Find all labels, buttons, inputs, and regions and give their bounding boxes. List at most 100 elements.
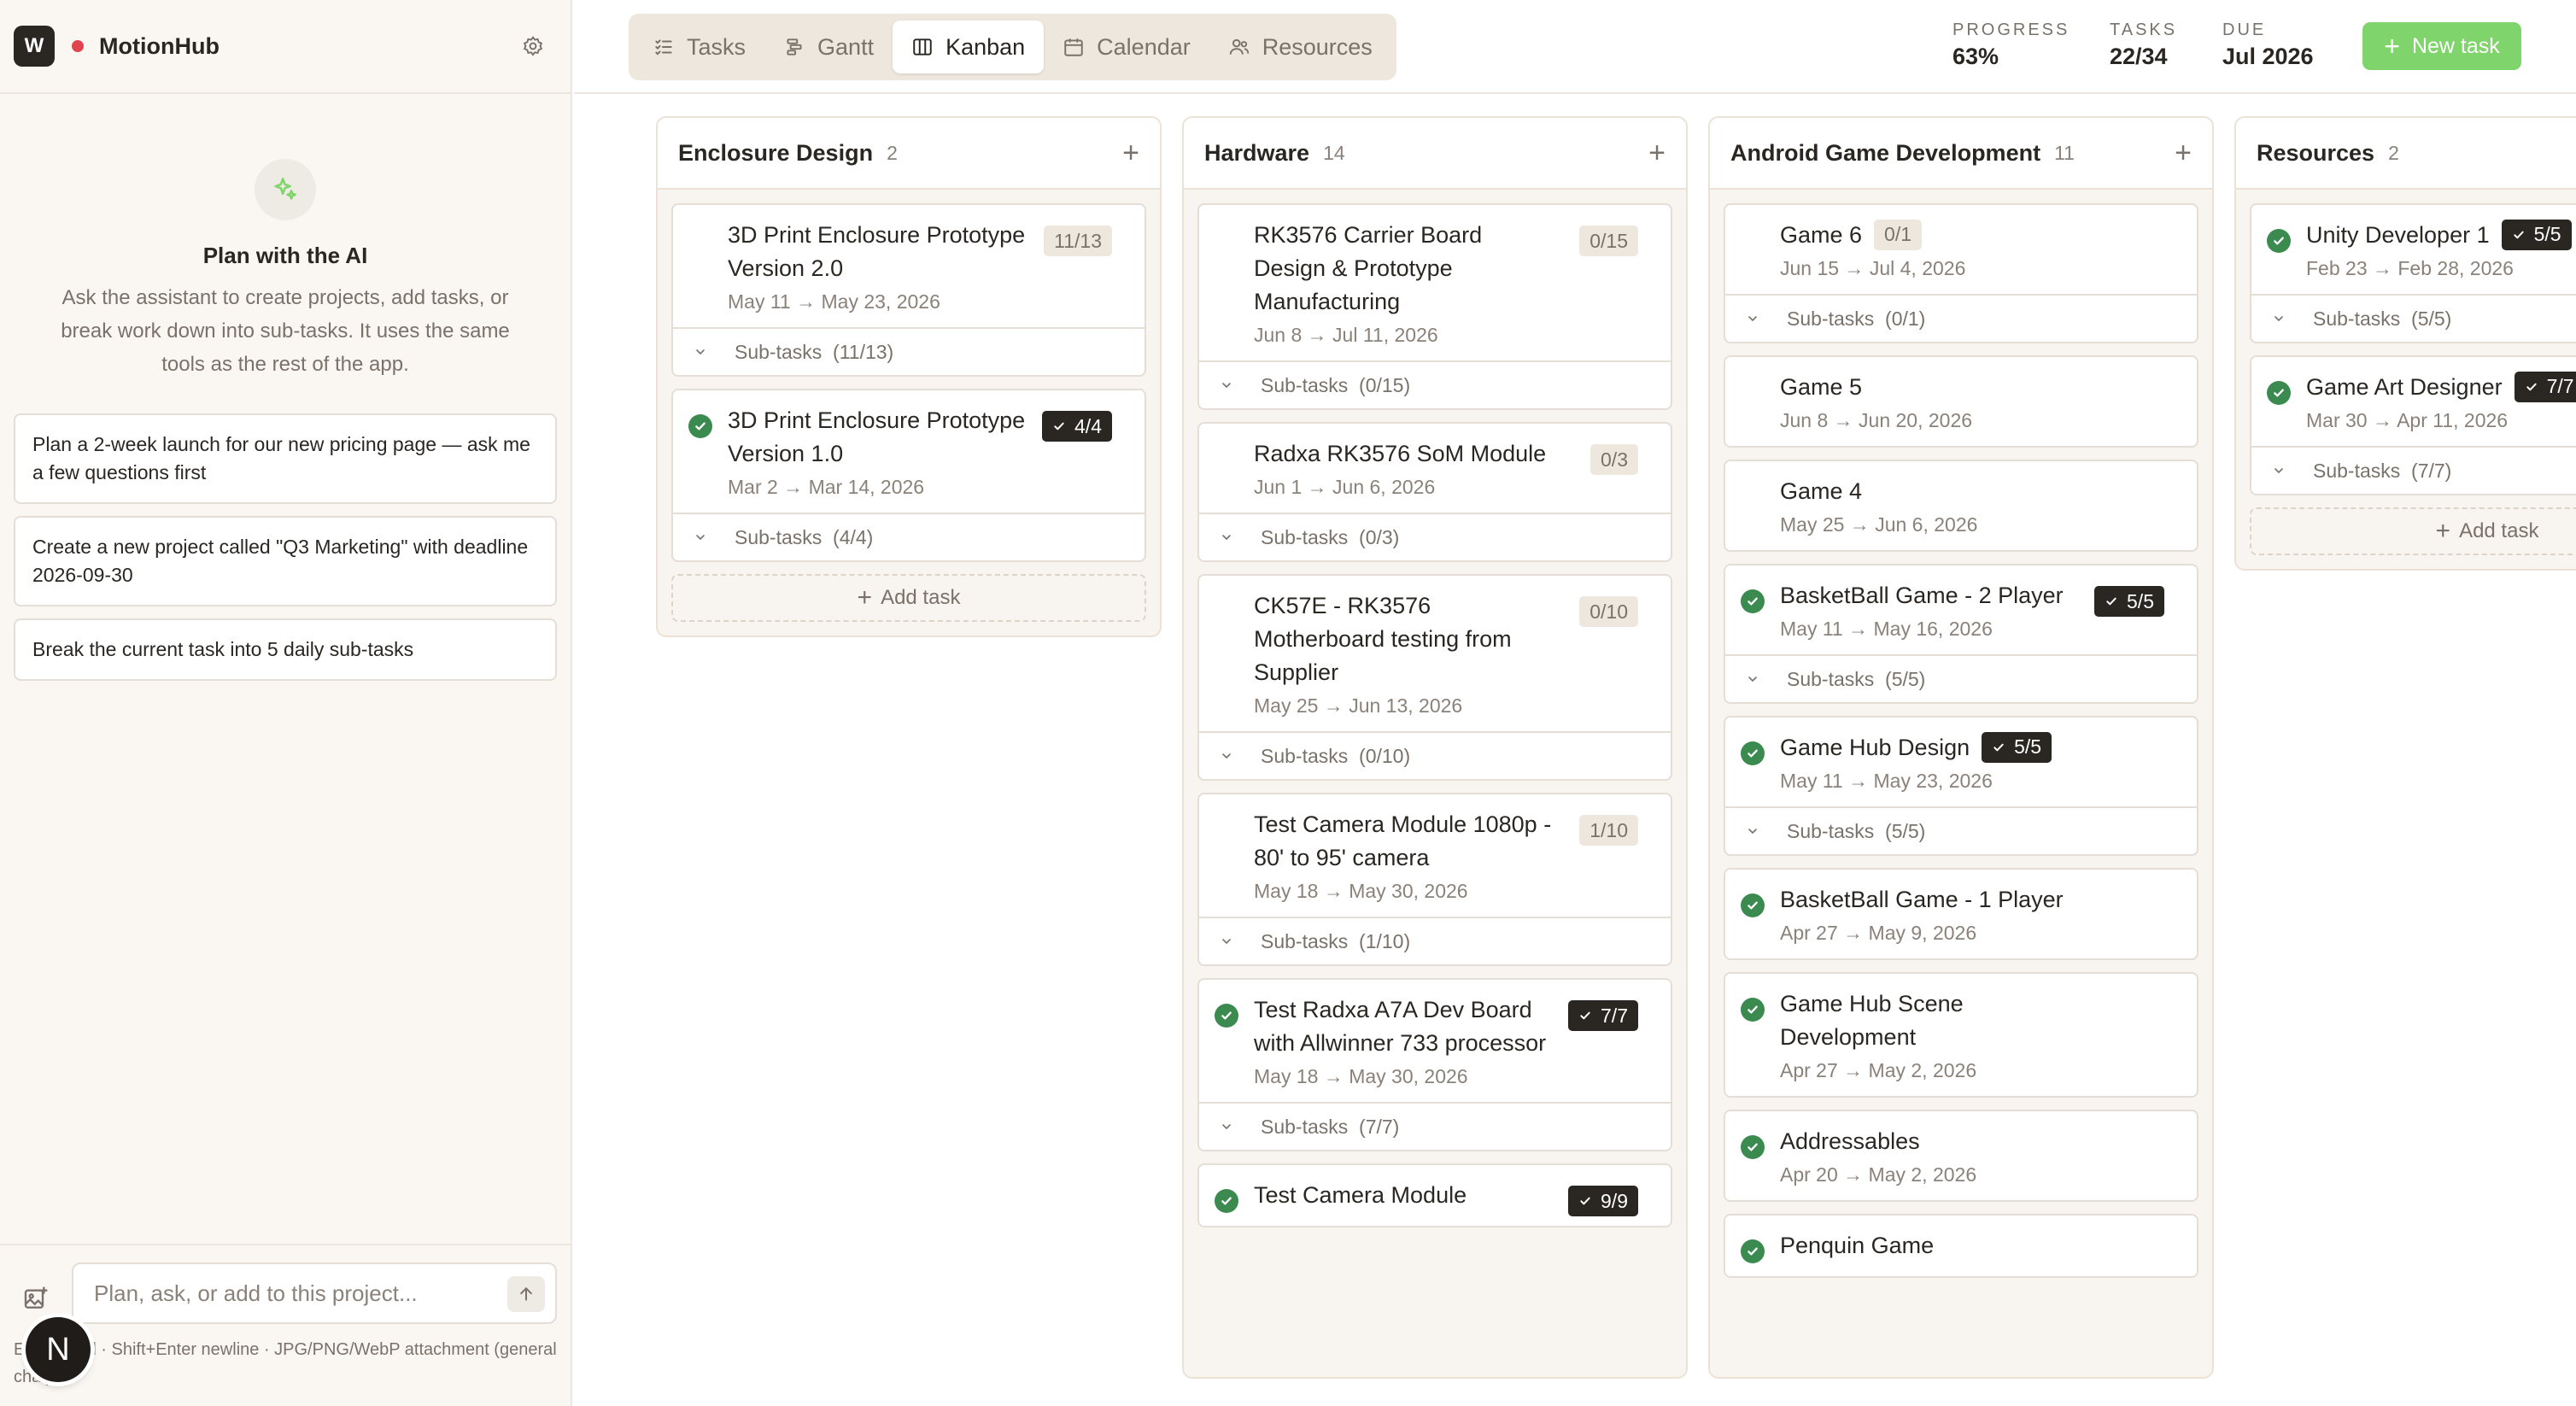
image-attach-icon[interactable]	[22, 1285, 50, 1316]
avatar[interactable]: N	[26, 1317, 91, 1382]
task-card[interactable]: Game 5 Jun 8 → Jun 20, 2026	[1724, 355, 2198, 448]
subtasks-toggle[interactable]: Sub-tasks (4/4)	[673, 513, 1145, 560]
send-button[interactable]	[507, 1276, 545, 1312]
task-card[interactable]: Game Hub Scene Development Apr 27 → May 2…	[1724, 972, 2198, 1098]
check-circle-icon[interactable]	[1741, 1135, 1765, 1159]
gear-icon[interactable]	[519, 32, 547, 60]
check-circle-icon[interactable]	[1741, 1239, 1765, 1263]
column-header: Hardware 14 +	[1184, 118, 1686, 190]
workspace-badge[interactable]: W	[14, 26, 55, 67]
add-column-task-icon[interactable]: +	[1122, 137, 1139, 170]
badge-text: 4/4	[1074, 414, 1102, 437]
task-card-main: Test Radxa A7A Dev Board with Allwinner …	[1199, 980, 1671, 1102]
kanban-column: Android Game Development 11 + Game 6 0/1 Jun …	[1708, 116, 2214, 1379]
task-title-text: Unity Developer 1	[2306, 222, 2490, 248]
task-card[interactable]: Game Hub Design 5/5 May 11 → May 23, 2026 S…	[1724, 716, 2198, 856]
tab-gantt[interactable]: Gantt	[764, 21, 893, 73]
task-card-main: Addressables Apr 20 → May 2, 2026	[1725, 1111, 2197, 1200]
check-circle-icon[interactable]	[1741, 998, 1765, 1022]
calendar-icon	[1064, 38, 1083, 56]
subtasks-toggle[interactable]: Sub-tasks (5/5)	[2251, 294, 2576, 342]
check-circle-icon[interactable]	[1215, 1004, 1238, 1028]
subtask-progress-badge: 7/7	[1568, 1000, 1638, 1031]
suggestion-item[interactable]: Break the current task into 5 daily sub-…	[14, 618, 557, 681]
column-title: Hardware	[1204, 139, 1310, 166]
subtasks-toggle[interactable]: Sub-tasks (0/10)	[1199, 731, 1671, 779]
check-circle-icon[interactable]	[688, 414, 712, 438]
chevron-down-icon	[1746, 672, 1773, 686]
tab-label: Calendar	[1097, 33, 1191, 60]
subtasks-toggle[interactable]: Sub-tasks (7/7)	[1199, 1102, 1671, 1150]
subtasks-toggle[interactable]: Sub-tasks (7/7)	[2251, 446, 2576, 494]
task-date-range: Mar 2 → Mar 14, 2026	[728, 476, 925, 498]
task-card[interactable]: Penquin Game	[1724, 1214, 2198, 1278]
task-date-range: Apr 27 → May 9, 2026	[1780, 922, 1977, 944]
column-count: 2	[2388, 141, 2399, 164]
task-card-main: RK3576 Carrier Board Design & Prototype …	[1199, 205, 1671, 360]
task-card[interactable]: BasketBall Game - 2 Player 5/5 May 11 → Ma…	[1724, 564, 2198, 704]
check-circle-icon[interactable]	[2267, 229, 2291, 253]
check-circle-icon[interactable]	[1741, 893, 1765, 917]
task-card[interactable]: Game 6 0/1 Jun 15 → Jul 4, 2026 Sub-tasks (…	[1724, 203, 2198, 343]
task-card[interactable]: Game Art Designer 7/7 Mar 30 → Apr 11, 202…	[2250, 355, 2576, 495]
task-card[interactable]: BasketBall Game - 1 Player Apr 27 → May 9…	[1724, 868, 2198, 960]
task-card[interactable]: Game 4 May 25 → Jun 6, 2026	[1724, 460, 2198, 552]
task-title-text: Game Hub Design	[1780, 735, 1970, 760]
add-task-button[interactable]: + Add task	[671, 574, 1146, 622]
tab-calendar[interactable]: Calendar	[1044, 21, 1209, 73]
ai-title: Plan with the AI	[202, 243, 368, 268]
view-tabs: Tasks Gantt Kanban Calendar Resources	[629, 14, 1396, 80]
add-column-task-icon[interactable]: +	[2175, 137, 2192, 170]
tab-resources[interactable]: Resources	[1209, 21, 1391, 73]
task-date-range: Apr 27 → May 2, 2026	[1780, 1059, 1977, 1081]
check-circle-icon[interactable]	[2267, 381, 2291, 405]
task-card[interactable]: RK3576 Carrier Board Design & Prototype …	[1197, 203, 1672, 410]
column-body: 3D Print Enclosure Prototype Version 2.0…	[658, 190, 1160, 622]
column-body: RK3576 Carrier Board Design & Prototype …	[1184, 190, 1686, 1227]
task-card[interactable]: Addressables Apr 20 → May 2, 2026	[1724, 1110, 2198, 1202]
tab-label: Kanban	[946, 33, 1026, 60]
status-dot	[72, 40, 84, 52]
chat-input[interactable]	[73, 1264, 466, 1322]
subtasks-toggle[interactable]: Sub-tasks (0/1)	[1725, 294, 2197, 342]
task-card[interactable]: Test Radxa A7A Dev Board with Allwinner …	[1197, 978, 1672, 1151]
chat-composer: Enter send · Shift+Enter newline · JPG/P…	[0, 1244, 571, 1406]
badge-text: 7/7	[2546, 375, 2574, 398]
subtasks-toggle[interactable]: Sub-tasks (1/10)	[1199, 917, 1671, 964]
column-title: Enclosure Design	[678, 139, 874, 166]
new-task-button[interactable]: + New task	[2362, 22, 2521, 70]
suggestion-item[interactable]: Create a new project called "Q3 Marketin…	[14, 516, 557, 606]
task-card[interactable]: Test Camera Module 1080p - 80' to 95' ca…	[1197, 793, 1672, 966]
subtasks-label: Sub-tasks (4/4)	[735, 525, 874, 548]
chevron-down-icon	[2272, 312, 2299, 325]
add-task-button[interactable]: + Add task	[2250, 507, 2576, 555]
subtasks-toggle[interactable]: Sub-tasks (11/13)	[673, 327, 1145, 375]
column-header: Android Game Development 11 +	[1710, 118, 2212, 190]
task-card[interactable]: CK57E - RK3576 Motherboard testing from …	[1197, 574, 1672, 781]
subtasks-toggle[interactable]: Sub-tasks (5/5)	[1725, 654, 2197, 702]
tab-kanban[interactable]: Kanban	[893, 21, 1045, 73]
suggestion-item[interactable]: Plan a 2-week launch for our new pricing…	[14, 413, 557, 504]
tasks-value: 22/34	[2110, 44, 2168, 69]
add-column-task-icon[interactable]: +	[1648, 137, 1666, 170]
check-circle-icon[interactable]	[1741, 589, 1765, 613]
task-title-text: Test Camera Module	[1254, 1182, 1467, 1208]
gantt-icon	[787, 38, 802, 56]
task-date-range: May 18 → May 30, 2026	[1254, 1065, 1468, 1087]
subtasks-label: Sub-tasks (5/5)	[1787, 667, 1926, 690]
task-date-range: Jun 8 → Jul 11, 2026	[1254, 324, 1438, 346]
subtasks-toggle[interactable]: Sub-tasks (0/15)	[1199, 360, 1671, 408]
badge-text: 0/10	[1590, 600, 1628, 623]
chevron-down-icon	[694, 530, 721, 544]
task-card[interactable]: Unity Developer 1 5/5 Feb 23 → Feb 28, 202…	[2250, 203, 2576, 343]
task-card[interactable]: 3D Print Enclosure Prototype Version 2.0…	[671, 203, 1146, 377]
task-card[interactable]: 3D Print Enclosure Prototype Version 1.0…	[671, 389, 1146, 562]
due-label: DUE	[2222, 21, 2267, 39]
task-card[interactable]: Test Camera Module 9/9	[1197, 1163, 1672, 1227]
subtasks-toggle[interactable]: Sub-tasks (0/3)	[1199, 513, 1671, 560]
subtasks-toggle[interactable]: Sub-tasks (5/5)	[1725, 806, 2197, 854]
tab-tasks[interactable]: Tasks	[634, 21, 764, 73]
check-circle-icon[interactable]	[1215, 1189, 1238, 1213]
check-circle-icon[interactable]	[1741, 741, 1765, 765]
task-card[interactable]: Radxa RK3576 SoM Module 0/3 Jun 1 → Jun 6,…	[1197, 422, 1672, 562]
